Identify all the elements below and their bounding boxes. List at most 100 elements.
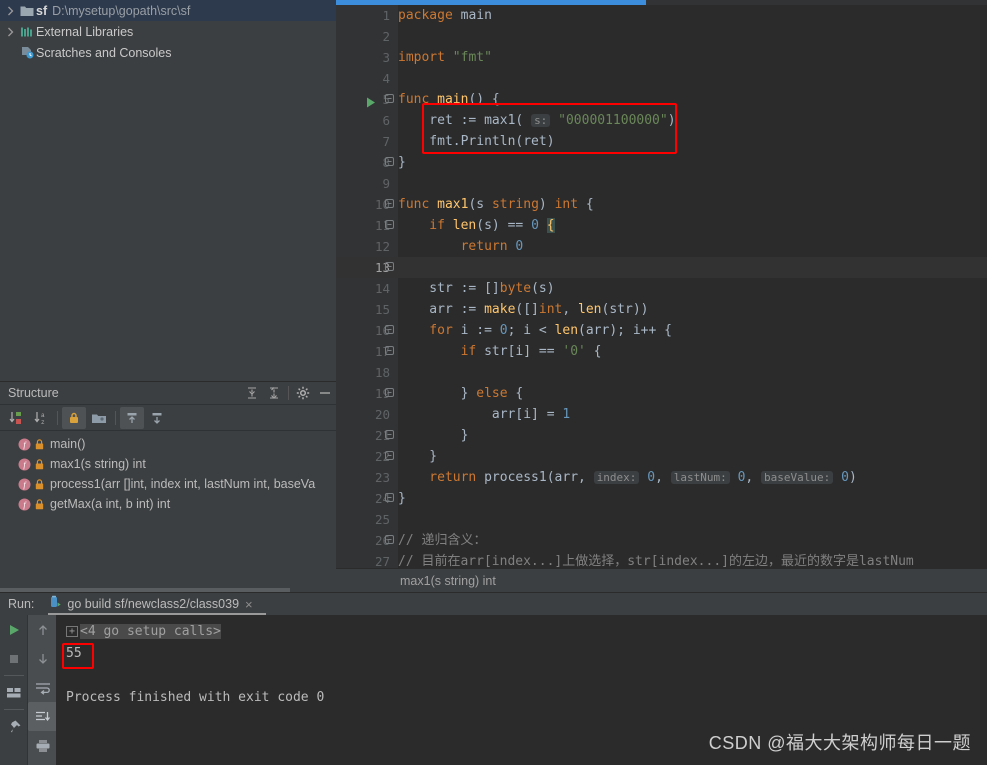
close-icon[interactable]: × — [245, 597, 253, 612]
chevron-right-icon[interactable] — [2, 27, 18, 37]
project-tree-panel[interactable]: sf D:\mysetup\gopath\src\sf External Libra… — [0, 0, 336, 381]
fold-toggle-icon[interactable] — [384, 425, 395, 446]
code-line-3[interactable]: 3 import "fmt" — [382, 47, 987, 68]
up-arrow-icon[interactable] — [28, 615, 57, 644]
code-line-26[interactable]: 26 // 递归含义： — [375, 530, 987, 551]
fold-toggle-icon[interactable] — [384, 194, 395, 215]
code-line-10[interactable]: 10 func max1(s string) int { — [375, 194, 987, 215]
code-line-22[interactable]: 22} — [375, 446, 987, 467]
run-tab[interactable]: go build sf/newclass2/class039 × — [46, 593, 258, 615]
fold-toggle-icon[interactable] — [384, 215, 395, 236]
code-line-2[interactable]: 2 — [382, 26, 987, 47]
pin-icon[interactable] — [0, 712, 27, 741]
line-number-2: 2 — [382, 29, 390, 44]
run-icon[interactable] — [0, 615, 27, 644]
code-line-20[interactable]: 20 arr[i] = 1 — [375, 404, 987, 425]
code-text: import "fmt" — [398, 50, 492, 65]
code-line-15[interactable]: 15 arr := make([]int, len(str)) — [375, 299, 987, 320]
group-by-file-icon[interactable] — [87, 407, 111, 429]
structure-panel[interactable]: Structure a z f main() f max1(s string) … — [0, 381, 336, 592]
run-sidebar-right[interactable] — [27, 615, 57, 765]
code-line-14[interactable]: 14 str := []byte(s) — [375, 278, 987, 299]
code-line-6[interactable]: 6 ret := max1( s: "000001100000") — [382, 110, 987, 131]
token-str: '0' — [562, 344, 586, 359]
line-number-12: 12 — [374, 239, 390, 254]
token-kw: if — [460, 344, 485, 359]
code-line-11[interactable]: 11 if len(s) == 0 { — [375, 215, 987, 236]
sort-alphabetically-icon[interactable]: a z — [29, 407, 53, 429]
expand-icon[interactable]: + — [66, 626, 78, 637]
console-output-line: 55 — [62, 643, 987, 669]
code-line-21[interactable]: 21} — [375, 425, 987, 446]
show-inherited-icon[interactable] — [120, 406, 144, 429]
stop-icon[interactable] — [0, 644, 27, 673]
code-line-25[interactable]: 25 — [375, 509, 987, 530]
sort-by-visibility-icon[interactable] — [4, 407, 28, 429]
code-line-19[interactable]: 19} else { — [375, 383, 987, 404]
fold-toggle-icon[interactable] — [384, 383, 395, 404]
print-icon[interactable] — [28, 731, 57, 760]
fold-toggle-icon[interactable] — [384, 257, 395, 278]
code-lines[interactable]: 1 package main 2 3 import "fmt" 4 5 func main()… — [336, 5, 987, 569]
watermark: CSDN @福大大架构师每日一题 — [708, 733, 971, 753]
soft-wrap-icon[interactable] — [28, 673, 57, 702]
breadcrumb[interactable]: max1(s string) int — [336, 568, 987, 592]
scroll-to-end-icon[interactable] — [28, 702, 57, 731]
code-line-17[interactable]: 17 if str[i] == '0' { — [375, 341, 987, 362]
chevron-right-icon[interactable] — [2, 6, 18, 16]
gear-icon[interactable] — [292, 382, 314, 404]
structure-toolbar[interactable]: a z — [0, 405, 336, 431]
token-typ: Println — [460, 134, 516, 149]
fold-toggle-icon[interactable] — [384, 530, 395, 551]
fold-toggle-icon[interactable] — [384, 488, 395, 509]
code-line-9[interactable]: 9 — [382, 173, 987, 194]
fold-toggle-icon[interactable] — [384, 341, 395, 362]
structure-item-3[interactable]: f getMax(a int, b int) int — [0, 494, 336, 514]
code-line-8[interactable]: 8} — [382, 152, 987, 173]
run-tab-title: go build sf/newclass2/class039 — [67, 597, 240, 611]
svg-text:a: a — [41, 412, 45, 419]
code-line-24[interactable]: 24} — [375, 488, 987, 509]
structure-item-1[interactable]: f max1(s string) int — [0, 454, 336, 474]
token-pln: ) — [538, 197, 555, 212]
show-non-public-icon[interactable] — [62, 406, 86, 429]
code-editor[interactable]: 1 package main 2 3 import "fmt" 4 5 func main()… — [336, 0, 987, 569]
structure-item-label: getMax(a int, b int) int — [50, 497, 171, 511]
project-tree-item-1[interactable]: External Libraries — [0, 21, 336, 42]
collapse-all-icon[interactable] — [263, 382, 285, 404]
code-line-7[interactable]: 7 fmt.Println(ret) — [382, 131, 987, 152]
code-line-13[interactable]: 13} — [336, 257, 987, 278]
minimize-icon[interactable] — [314, 382, 336, 404]
console-setup-line[interactable]: + <4 go setup calls> — [66, 621, 987, 643]
trash-icon[interactable] — [28, 760, 57, 765]
token-pln: arr[i] = — [491, 407, 563, 422]
code-line-12[interactable]: 12 return 0 — [375, 236, 987, 257]
lock-icon — [35, 438, 44, 450]
token-pln: () { — [468, 92, 500, 107]
down-arrow-icon[interactable] — [28, 644, 57, 673]
structure-item-label: main() — [50, 437, 86, 451]
structure-item-2[interactable]: f process1(arr []int, index int, lastNum … — [0, 474, 336, 494]
fold-toggle-icon[interactable] — [384, 152, 395, 173]
code-line-4[interactable]: 4 — [382, 68, 987, 89]
expand-all-icon[interactable] — [241, 382, 263, 404]
layout-icon[interactable] — [0, 678, 27, 707]
lock-icon — [35, 478, 44, 490]
code-line-18[interactable]: 18 — [375, 362, 987, 383]
fold-toggle-icon[interactable] — [384, 446, 395, 467]
structure-list[interactable]: f main() f max1(s string) int f process1(arr … — [0, 431, 336, 514]
current-line-highlight — [336, 257, 987, 278]
structure-item-0[interactable]: f main() — [0, 434, 336, 454]
project-tree-item-2[interactable]: Scratches and Consoles — [0, 42, 336, 63]
code-line-5[interactable]: 5 func main() { — [367, 89, 987, 110]
run-sidebar-left[interactable] — [0, 615, 27, 765]
show-anonymous-icon[interactable] — [145, 407, 169, 429]
code-line-23[interactable]: 23 return process1(arr, index: 0, lastNum… — [375, 467, 987, 488]
project-tree-item-0[interactable]: sf D:\mysetup\gopath\src\sf — [0, 0, 336, 21]
line-number-15: 15 — [374, 302, 390, 317]
line-number-6: 6 — [382, 113, 390, 128]
code-line-1[interactable]: 1 package main — [382, 5, 987, 26]
code-line-16[interactable]: 16 for i := 0; i < len(arr); i++ { — [375, 320, 987, 341]
fold-toggle-icon[interactable] — [384, 89, 395, 110]
fold-toggle-icon[interactable] — [384, 320, 395, 341]
